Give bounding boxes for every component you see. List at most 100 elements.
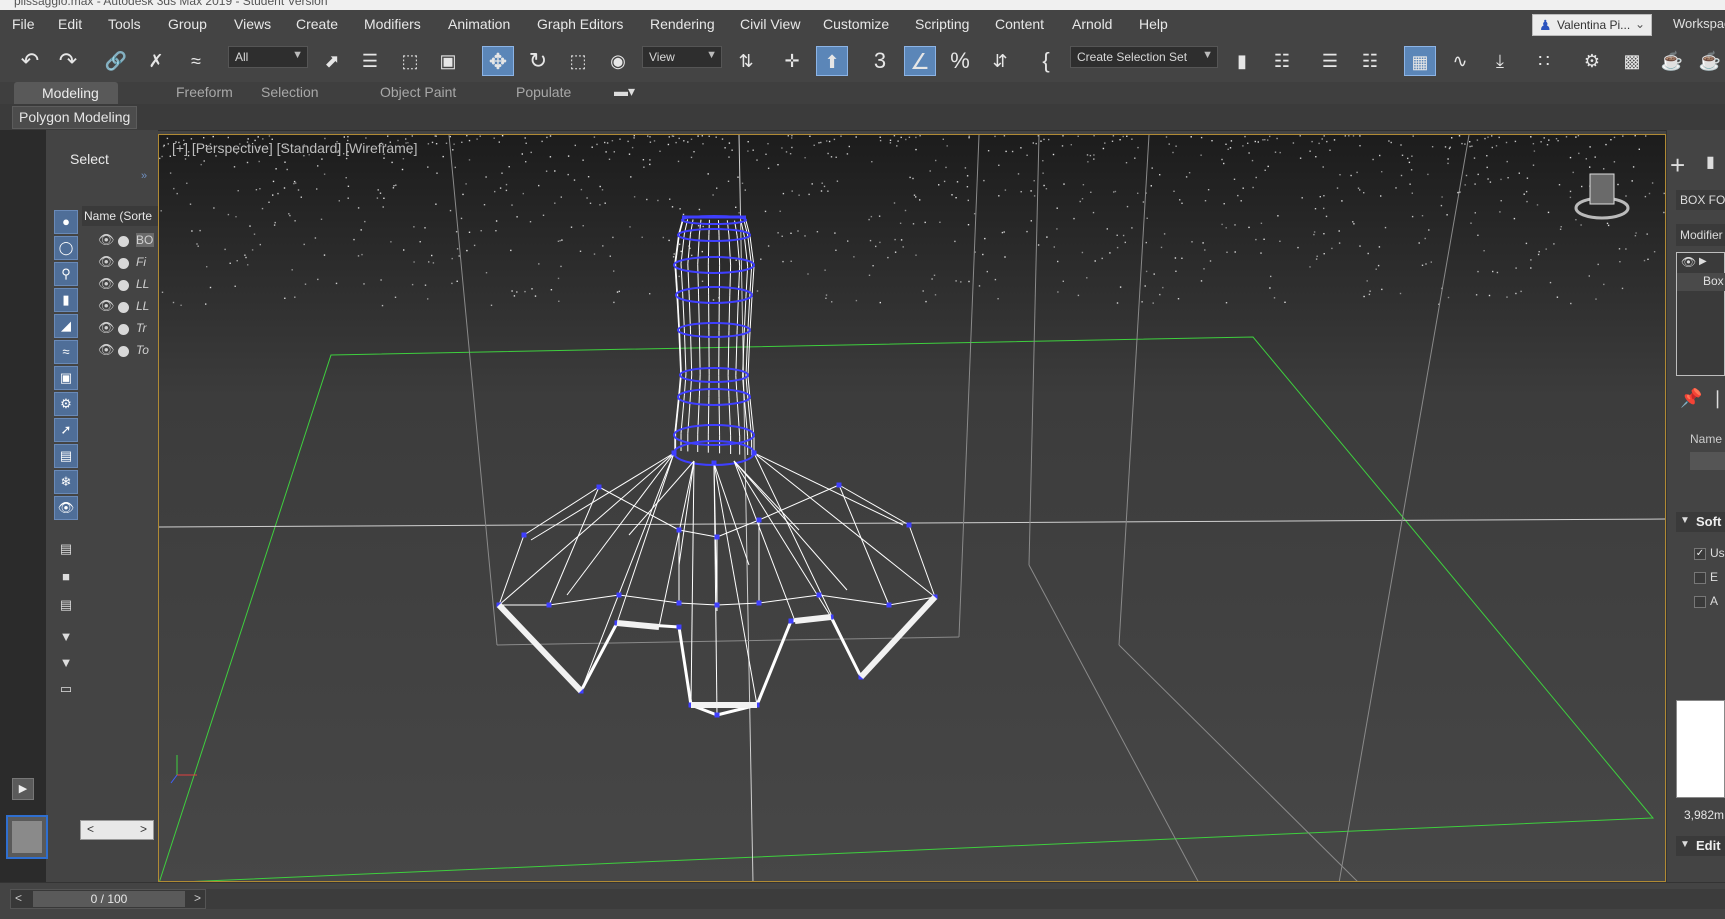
- menu-scripting[interactable]: Scripting: [915, 16, 969, 32]
- rectangular-region-icon[interactable]: ⬚: [394, 46, 426, 76]
- list-item[interactable]: 👁LL: [98, 275, 158, 295]
- angle-snap-icon[interactable]: ∠: [904, 46, 936, 76]
- freeze-dot-icon[interactable]: [118, 302, 129, 313]
- menu-arnold[interactable]: Arnold: [1072, 16, 1112, 32]
- reference-coordinate-dropdown[interactable]: View▼: [642, 46, 722, 68]
- edge-distance-checkbox[interactable]: [1694, 572, 1706, 584]
- display-hidden-icon[interactable]: 👁: [54, 496, 78, 520]
- prev-frame-icon[interactable]: <: [15, 891, 22, 905]
- edit-rollout[interactable]: ▼ Edit: [1676, 836, 1725, 856]
- scale-icon[interactable]: ⬚: [562, 46, 594, 76]
- place-icon[interactable]: ◉: [602, 46, 634, 76]
- move-icon[interactable]: ✥: [482, 46, 514, 76]
- tab-freeform[interactable]: Freeform: [176, 84, 233, 100]
- name-field[interactable]: [1690, 452, 1725, 470]
- redo-icon[interactable]: ↷: [52, 46, 84, 76]
- affect-backfacing-checkbox[interactable]: [1694, 596, 1706, 608]
- modifier-list-dropdown[interactable]: Modifier: [1676, 224, 1725, 246]
- menu-help[interactable]: Help: [1139, 16, 1168, 32]
- time-slider-thumb[interactable]: 0 / 100: [33, 891, 185, 907]
- freeze-dot-icon[interactable]: [118, 258, 129, 269]
- visibility-eye-icon[interactable]: 👁: [98, 232, 115, 248]
- display-spacewarps-icon[interactable]: ≈: [54, 340, 78, 364]
- tab-populate[interactable]: Populate: [516, 84, 571, 100]
- next-frame-icon[interactable]: >: [194, 891, 201, 905]
- rotate-icon[interactable]: ↻: [522, 46, 554, 76]
- list-item[interactable]: 👁Fi: [98, 253, 158, 273]
- freeze-dot-icon[interactable]: [118, 346, 129, 357]
- keyboard-override-icon[interactable]: ⬆: [816, 46, 848, 76]
- polygon-modeling-panel[interactable]: Polygon Modeling: [12, 106, 137, 129]
- viewport-label[interactable]: [+] [Perspective] [Standard] [Wireframe]: [172, 140, 418, 156]
- use-soft-selection-checkbox[interactable]: ✓: [1694, 548, 1706, 560]
- list-item[interactable]: 👁BO: [98, 231, 158, 251]
- explorer-title[interactable]: Select: [70, 151, 109, 167]
- menu-graph-editors[interactable]: Graph Editors: [537, 16, 623, 32]
- named-selection-dropdown[interactable]: Create Selection Set▼: [1070, 46, 1218, 68]
- visibility-eye-icon[interactable]: 👁: [98, 320, 115, 336]
- display-containers-icon[interactable]: ▤: [54, 444, 78, 468]
- menu-customize[interactable]: Customize: [823, 16, 889, 32]
- list-item[interactable]: 👁Tr: [98, 319, 158, 339]
- modifier-stack[interactable]: 👁 ▶ Box: [1676, 252, 1725, 376]
- menu-content[interactable]: Content: [995, 16, 1044, 32]
- display-cameras-icon[interactable]: ▮: [54, 288, 78, 312]
- menu-edit[interactable]: Edit: [58, 16, 82, 32]
- align-icon[interactable]: ☷: [1266, 46, 1298, 76]
- pin-stack-icon[interactable]: 📌: [1680, 388, 1702, 409]
- display-none-icon[interactable]: ■: [54, 566, 78, 590]
- visibility-eye-icon[interactable]: 👁: [1681, 255, 1696, 269]
- menu-rendering[interactable]: Rendering: [650, 16, 715, 32]
- menu-tools[interactable]: Tools: [108, 16, 141, 32]
- display-bones-icon[interactable]: ➚: [54, 418, 78, 442]
- ribbon-options-icon[interactable]: ▬▾: [614, 83, 635, 100]
- menu-group[interactable]: Group: [168, 16, 207, 32]
- filter-icon[interactable]: ▼: [54, 626, 78, 650]
- stack-item[interactable]: Box: [1677, 273, 1725, 291]
- workspaces-label[interactable]: Workspac: [1673, 16, 1725, 31]
- render-icon[interactable]: ☕: [1656, 46, 1688, 76]
- display-frozen-icon[interactable]: ❄: [54, 470, 78, 494]
- unlink-icon[interactable]: ✗: [140, 46, 172, 76]
- visibility-eye-icon[interactable]: 👁: [98, 342, 115, 358]
- scene-explorer-icon[interactable]: ☰: [1314, 46, 1346, 76]
- list-item[interactable]: 👁LL: [98, 297, 158, 317]
- user-account-menu[interactable]: ♟ Valentina Pi... ⌄: [1532, 14, 1652, 36]
- menu-modifiers[interactable]: Modifiers: [364, 16, 421, 32]
- scroll-left-icon[interactable]: <: [87, 822, 94, 836]
- show-end-result-icon[interactable]: ❘: [1710, 388, 1725, 409]
- object-name-field[interactable]: BOX FO: [1676, 190, 1725, 210]
- menu-animation[interactable]: Animation: [448, 16, 510, 32]
- ribbon-toggle-icon[interactable]: ▦: [1404, 46, 1436, 76]
- freeze-dot-icon[interactable]: [118, 324, 129, 335]
- selection-filter-dropdown[interactable]: All▼: [228, 46, 308, 68]
- perspective-viewport[interactable]: [158, 134, 1666, 882]
- menu-civil-view[interactable]: Civil View: [740, 16, 800, 32]
- axis-constraint-icon[interactable]: ✛: [776, 46, 808, 76]
- snaps-toggle-icon[interactable]: 3: [864, 46, 896, 76]
- display-all-icon[interactable]: ▤: [54, 538, 78, 562]
- mirror-icon[interactable]: ▮: [1226, 46, 1258, 76]
- percent-snap-icon[interactable]: %: [944, 46, 976, 76]
- explorer-column-header[interactable]: Name (Sorte: [82, 206, 158, 226]
- select-by-name-icon[interactable]: ☰: [354, 46, 386, 76]
- curve-editor-icon[interactable]: ∿: [1444, 46, 1476, 76]
- explorer-expand-icon[interactable]: »: [141, 170, 147, 182]
- viewport-canvas[interactable]: [159, 135, 1666, 882]
- menu-file[interactable]: File: [12, 16, 35, 32]
- link-icon[interactable]: 🔗: [100, 46, 132, 76]
- explorer-scrollbar[interactable]: < >: [80, 820, 154, 840]
- create-tab-icon[interactable]: +: [1670, 150, 1685, 181]
- bind-spacewarp-icon[interactable]: ≈: [180, 46, 212, 76]
- display-xrefs-icon[interactable]: ⚙: [54, 392, 78, 416]
- visibility-eye-icon[interactable]: 👁: [98, 298, 115, 314]
- filter-selection-icon[interactable]: ▼: [54, 652, 78, 676]
- scroll-right-icon[interactable]: >: [140, 822, 147, 836]
- rendered-frame-icon[interactable]: ▩: [1616, 46, 1648, 76]
- viewport-layout-thumbnail[interactable]: [6, 815, 48, 859]
- freeze-dot-icon[interactable]: [118, 236, 129, 247]
- list-item[interactable]: 👁To: [98, 341, 158, 361]
- menu-views[interactable]: Views: [234, 16, 271, 32]
- select-object-icon[interactable]: ⬈: [316, 46, 348, 76]
- layer-explorer-icon[interactable]: ☷: [1354, 46, 1386, 76]
